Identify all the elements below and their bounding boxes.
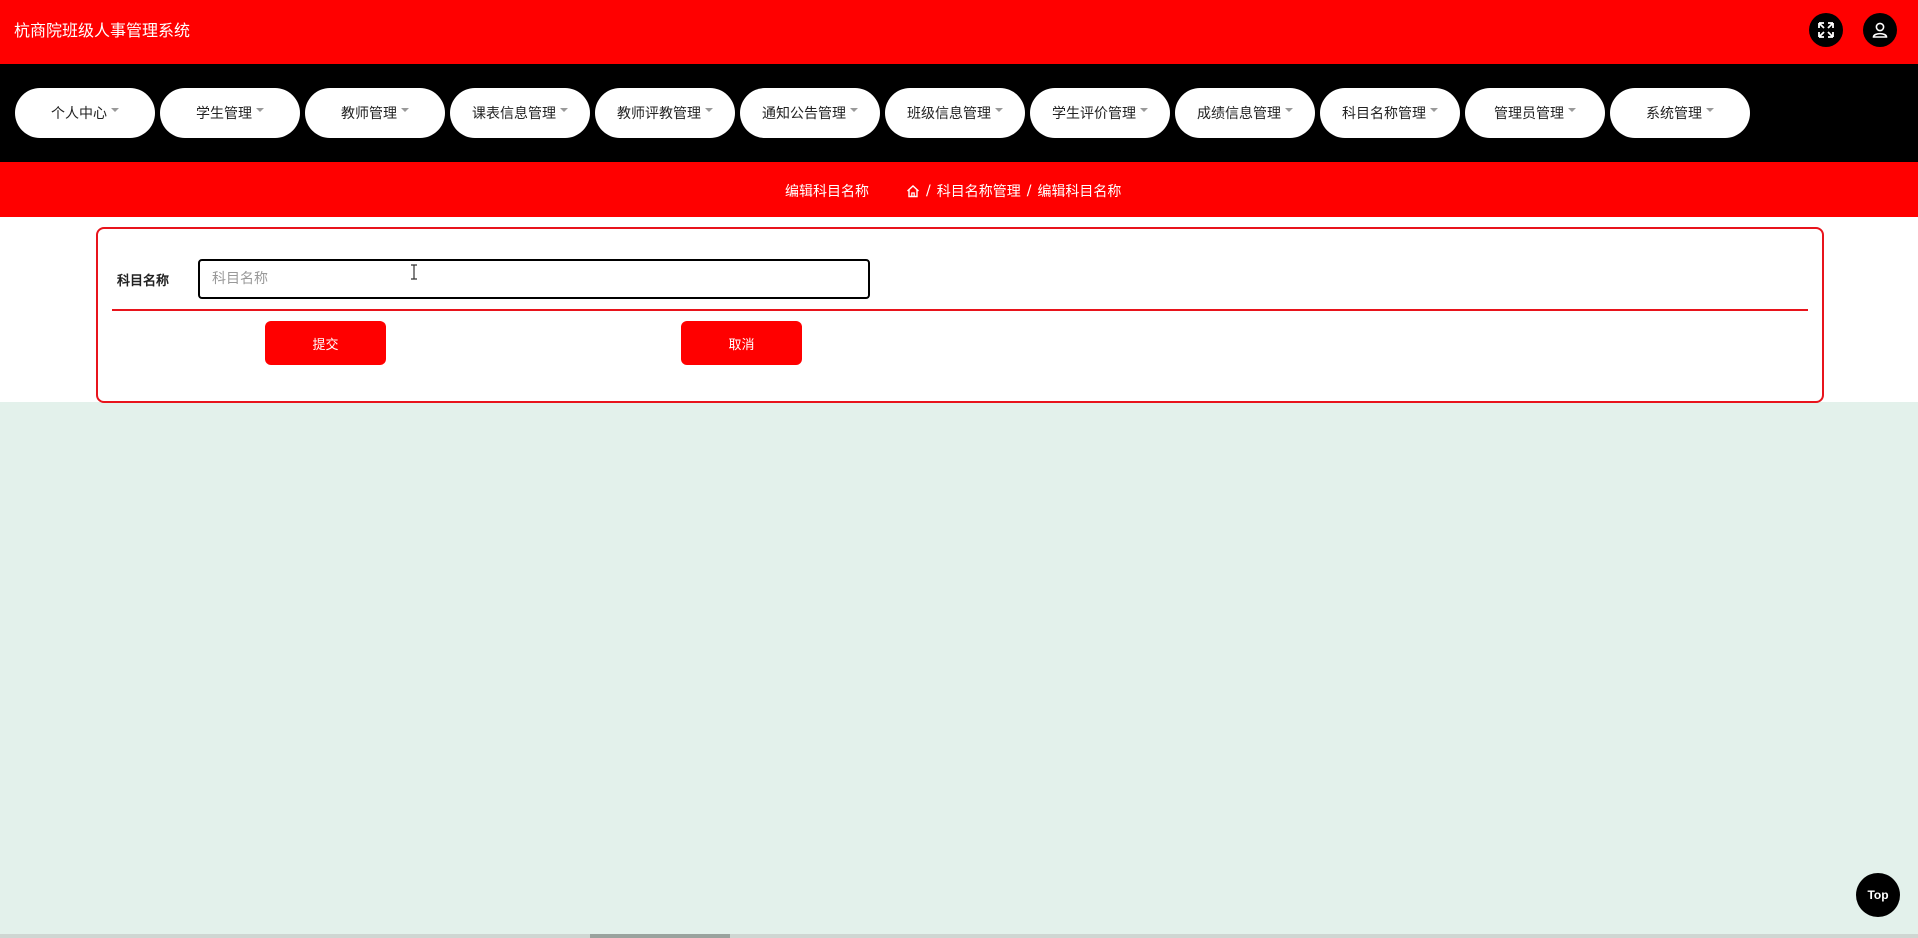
caret-down-icon [1706,108,1714,112]
caret-down-icon [111,108,119,112]
scrollbar-thumb[interactable] [590,934,730,938]
app-title: 杭商院班级人事管理系统 [14,21,191,40]
form-divider [112,309,1808,311]
nav-item-label: 教师评教管理 [617,106,701,122]
nav-item-system-management[interactable]: 系统管理 [1610,88,1750,138]
cancel-button[interactable]: 取消 [681,321,802,365]
submit-button[interactable]: 提交 [265,321,386,365]
subject-name-input[interactable] [198,259,870,299]
caret-down-icon [1568,108,1576,112]
user-menu-button[interactable] [1863,13,1897,47]
nav-item-admin-management[interactable]: 管理员管理 [1465,88,1605,138]
nav-item-label: 系统管理 [1646,106,1702,122]
user-icon [1872,22,1888,38]
caret-down-icon [1430,108,1438,112]
nav-item-label: 管理员管理 [1494,106,1564,122]
text-cursor-icon [411,264,417,280]
caret-down-icon [1140,108,1148,112]
nav-item-personal-center[interactable]: 个人中心 [15,88,155,138]
breadcrumb-bar: 编辑科目名称 / 科目名称管理 / 编辑科目名称 [0,162,1918,217]
caret-down-icon [995,108,1003,112]
caret-down-icon [850,108,858,112]
back-to-top-button[interactable]: Top [1856,873,1900,917]
nav-item-label: 科目名称管理 [1342,106,1426,122]
caret-down-icon [401,108,409,112]
caret-down-icon [560,108,568,112]
nav-item-label: 班级信息管理 [907,106,991,122]
caret-down-icon [256,108,264,112]
nav-item-label: 课表信息管理 [472,106,556,122]
breadcrumb: / 科目名称管理 / 编辑科目名称 [906,181,1121,201]
nav-item-grade-management[interactable]: 成绩信息管理 [1175,88,1315,138]
page-title: 编辑科目名称 [785,184,869,200]
main-nav: 个人中心 学生管理 教师管理 课表信息管理 教师评教管理 通知公告管理 班级信息… [0,64,1918,162]
nav-item-subject-name-management[interactable]: 科目名称管理 [1320,88,1460,138]
breadcrumb-separator: / [1026,183,1032,199]
nav-item-label: 教师管理 [341,106,397,122]
nav-item-class-info-management[interactable]: 班级信息管理 [885,88,1025,138]
nav-item-schedule-management[interactable]: 课表信息管理 [450,88,590,138]
nav-item-label: 成绩信息管理 [1197,106,1281,122]
home-icon[interactable] [906,184,920,198]
caret-down-icon [1285,108,1293,112]
breadcrumb-item-subject-name-management[interactable]: 科目名称管理 [937,181,1021,201]
edit-form-card [96,227,1824,403]
subject-name-label: 科目名称 [117,274,170,289]
nav-item-teacher-evaluation-management[interactable]: 教师评教管理 [595,88,735,138]
nav-item-label: 通知公告管理 [762,106,846,122]
top-header: 杭商院班级人事管理系统 [0,0,1918,64]
nav-item-label: 学生管理 [196,106,252,122]
nav-item-notice-management[interactable]: 通知公告管理 [740,88,880,138]
nav-item-teacher-management[interactable]: 教师管理 [305,88,445,138]
fullscreen-icon [1818,22,1834,38]
caret-down-icon [705,108,713,112]
breadcrumb-item-edit-subject-name: 编辑科目名称 [1037,184,1122,200]
horizontal-scrollbar[interactable] [0,934,1918,938]
nav-item-label: 个人中心 [51,106,107,122]
nav-item-label: 学生评价管理 [1052,106,1136,122]
breadcrumb-separator: / [926,183,931,199]
fullscreen-button[interactable] [1809,13,1843,47]
nav-item-student-management[interactable]: 学生管理 [160,88,300,138]
nav-item-student-evaluation-management[interactable]: 学生评价管理 [1030,88,1170,138]
